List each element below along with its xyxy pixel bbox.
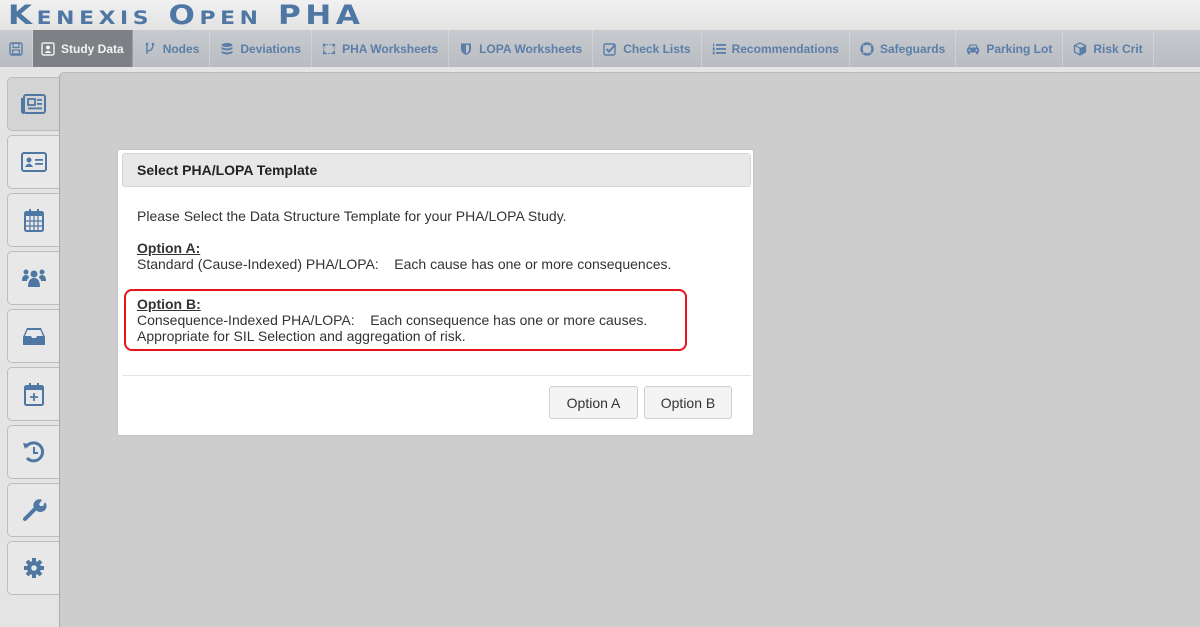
nav-label: Parking Lot [986, 41, 1053, 56]
nav-parking-lot[interactable]: Parking Lot [956, 30, 1064, 67]
option-b-text-2: Appropriate for SIL Selection and aggreg… [137, 328, 466, 344]
option-b-title: Option B: [137, 296, 201, 312]
database-icon [221, 42, 233, 54]
dialog-footer-divider [122, 375, 751, 376]
life-ring-icon [860, 41, 874, 56]
history-icon [23, 441, 45, 463]
calendar-plus-icon [24, 383, 44, 406]
option-b-description: Option B: Consequence-Indexed PHA/LOPA: … [137, 296, 647, 344]
nav-label: PHA Worksheets [342, 41, 439, 56]
nav-pha-worksheets[interactable]: PHA Worksheets [312, 30, 450, 67]
shield-icon [461, 43, 472, 55]
nav-study-data[interactable]: Study Data [33, 30, 133, 67]
sidebar-item-settings[interactable] [7, 541, 60, 595]
dialog-intro: Please Select the Data Structure Templat… [137, 208, 567, 224]
calendar-icon [24, 209, 44, 232]
worksheet-icon [322, 43, 336, 54]
nav-recommendations[interactable]: Recommendations [702, 30, 850, 67]
gear-icon [24, 558, 44, 578]
select-template-dialog: Select PHA/LOPA Template Please Select t… [117, 149, 754, 436]
nav-risk-criteria[interactable]: Risk Crit [1063, 30, 1154, 67]
nav-lopa-worksheets[interactable]: LOPA Worksheets [449, 30, 594, 67]
nav-label: Check Lists [623, 41, 691, 56]
car-icon [967, 43, 980, 54]
nav-nodes[interactable]: Nodes [133, 30, 211, 67]
save-icon [9, 41, 23, 56]
nav-label: Safeguards [879, 41, 946, 56]
sidebar-item-revisions[interactable] [7, 425, 60, 479]
nav-label: LOPA Worksheets [479, 41, 583, 56]
option-b-text: Consequence-Indexed PHA/LOPA: Each conse… [137, 312, 648, 328]
sidebar-item-documents[interactable] [7, 309, 60, 363]
option-a-button[interactable]: Option A [549, 386, 638, 419]
dialog-title: Select PHA/LOPA Template [122, 153, 751, 187]
option-b-button[interactable]: Option B [644, 386, 732, 419]
wrench-icon [23, 499, 47, 521]
nav-check-lists[interactable]: Check Lists [593, 30, 702, 67]
newspaper-icon [21, 94, 46, 114]
nav-label: Study Data [61, 41, 124, 56]
app-logo: Kenexis Open PHA [8, 0, 365, 31]
users-icon [22, 269, 46, 287]
id-card-icon [41, 41, 55, 56]
sidebar-item-tools[interactable] [7, 483, 60, 537]
main-navbar: Study Data Nodes Deviations PHA Workshee… [0, 30, 1200, 67]
nav-safeguards[interactable]: Safeguards [850, 30, 957, 67]
nav-label: Nodes [162, 41, 200, 56]
sidebar-item-study-info[interactable] [7, 77, 60, 131]
title-bar: Kenexis Open PHA [0, 0, 1200, 31]
address-card-icon [21, 152, 47, 172]
dialog-body: Please Select the Data Structure Templat… [137, 208, 737, 288]
checkbox-icon [603, 42, 617, 56]
option-a-title: Option A: [137, 240, 201, 256]
sidebar-item-schedule[interactable] [7, 193, 60, 247]
nav-label: Deviations [240, 41, 302, 56]
nav-label: Risk Crit [1093, 41, 1143, 56]
option-a-text: Standard (Cause-Indexed) PHA/LOPA: Each … [137, 256, 672, 272]
nav-label: Recommendations [731, 41, 839, 56]
sidebar [0, 67, 60, 627]
nav-deviations[interactable]: Deviations [210, 30, 313, 67]
nodes-icon [145, 42, 154, 54]
sidebar-item-team[interactable] [7, 135, 60, 189]
sidebar-item-attendees[interactable] [7, 251, 60, 305]
option-a-description: Option A: Standard (Cause-Indexed) PHA/L… [137, 240, 737, 272]
inbox-icon [23, 328, 45, 345]
list-ordered-icon [712, 43, 726, 54]
nav-save[interactable] [0, 30, 33, 67]
cube-icon [1074, 41, 1087, 56]
sidebar-item-sessions[interactable] [7, 367, 60, 421]
